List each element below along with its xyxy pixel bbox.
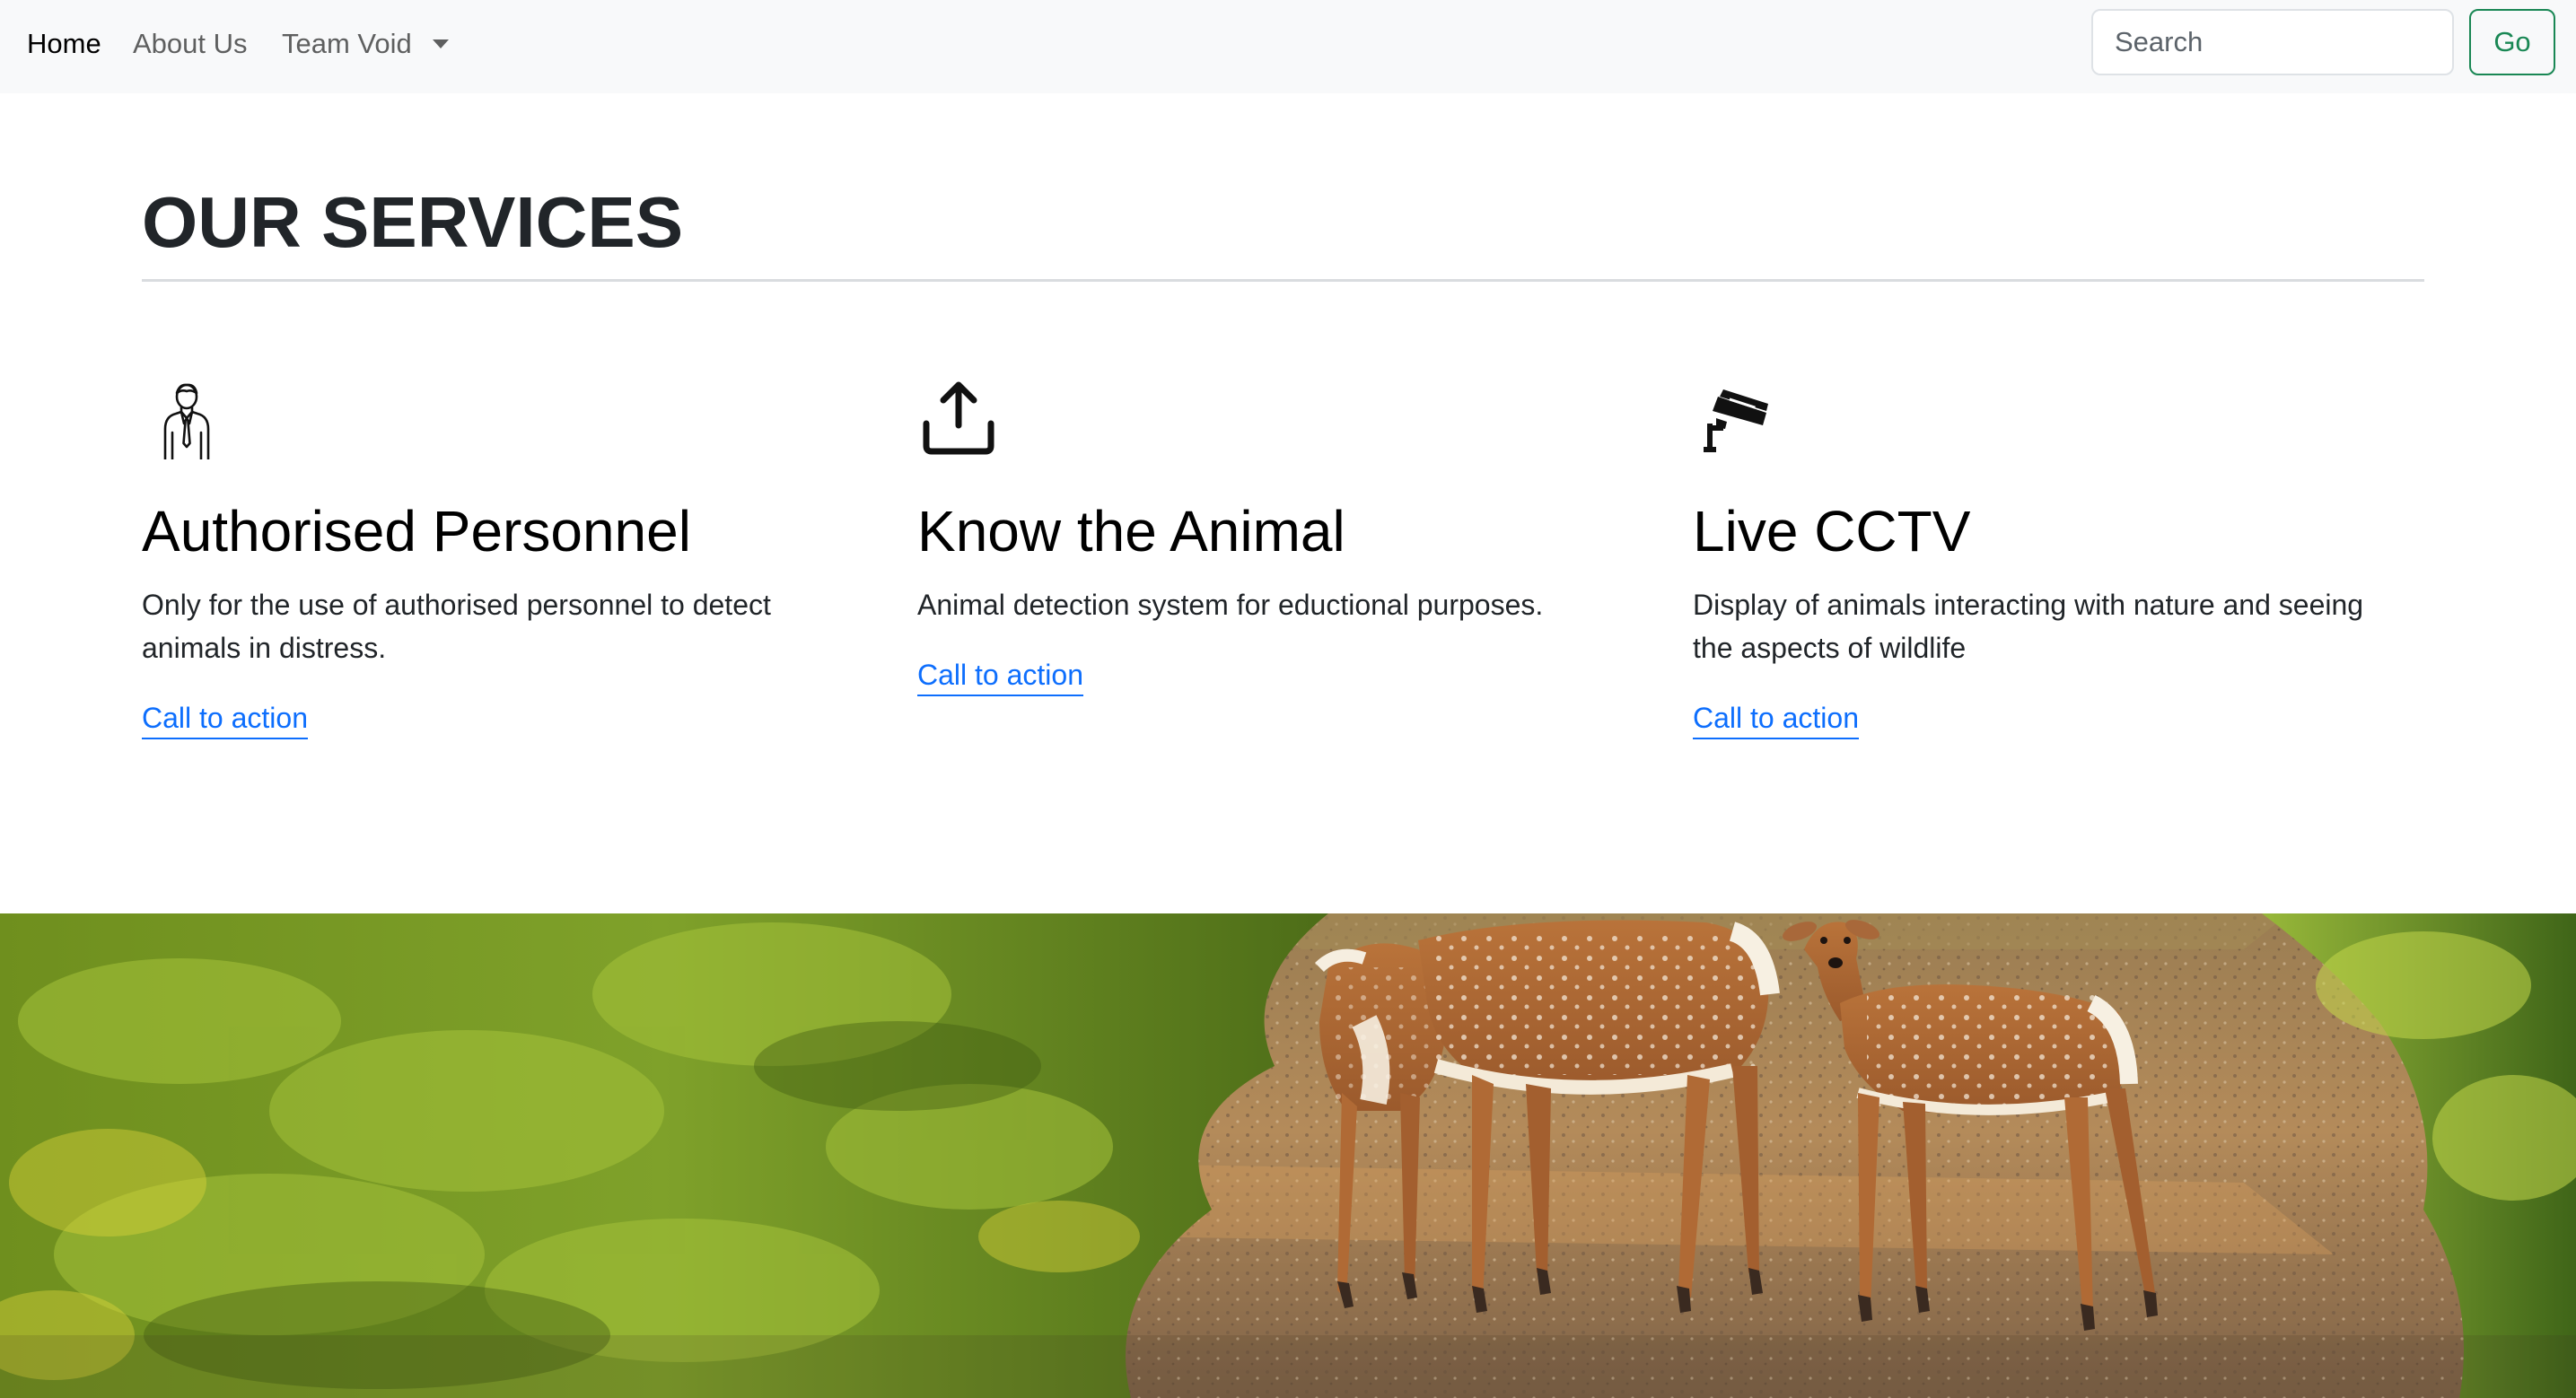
service-title: Live CCTV	[1693, 499, 1971, 564]
cctv-camera-icon	[1704, 389, 1768, 452]
service-description: Animal detection system for eductional p…	[917, 589, 1544, 621]
chevron-down-icon[interactable]	[433, 39, 449, 48]
service-title: Authorised Personnel	[142, 499, 691, 564]
service-description: Display of animals interacting with natu…	[1693, 589, 2364, 664]
hero-image	[0, 913, 2576, 1398]
call-to-action-link[interactable]: Call to action	[1693, 698, 1859, 739]
nav-home-link[interactable]: Home	[27, 25, 101, 63]
upload-icon	[923, 381, 994, 455]
deer-on-forest-path-image	[0, 913, 2576, 1398]
call-to-action-link[interactable]: Call to action	[142, 698, 308, 739]
personnel-icon	[163, 383, 210, 459]
nav-about-link[interactable]: About Us	[133, 25, 248, 63]
service-description: Only for the use of authorised personnel…	[142, 589, 771, 664]
title-divider	[142, 279, 2424, 282]
search-input[interactable]	[2091, 9, 2454, 75]
call-to-action-link[interactable]: Call to action	[917, 655, 1083, 696]
go-button[interactable]: Go	[2469, 9, 2555, 75]
page-title: OUR SERVICES	[142, 182, 684, 262]
service-title: Know the Animal	[917, 499, 1345, 564]
navbar: Home About Us Team Void Go	[0, 0, 2576, 93]
nav-team-dropdown[interactable]: Team Void	[282, 25, 412, 63]
